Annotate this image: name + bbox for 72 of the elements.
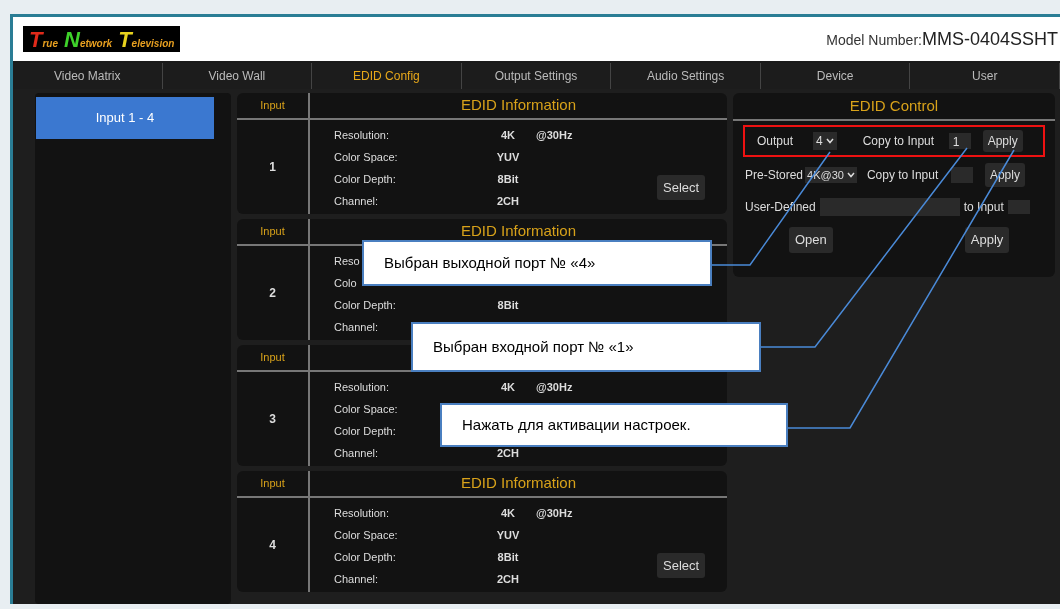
sidebar-item[interactable]: Input 1 - 4 — [36, 97, 214, 139]
section-title: EDID Information — [460, 221, 576, 242]
field-label: Reso — [334, 254, 360, 267]
field-value: 2CH — [496, 445, 520, 461]
field-label: Color Space: — [334, 402, 398, 415]
field-value: YUV — [495, 149, 521, 165]
open-button[interactable]: Open — [789, 227, 833, 253]
field-label: Color Space: — [334, 528, 398, 541]
field-label: Channel: — [334, 194, 379, 207]
model-number: MMS-0404SSHT — [921, 27, 1058, 51]
input-number: 2 — [269, 285, 276, 302]
output-select[interactable]: 4 — [813, 132, 837, 150]
column-header: Input — [237, 219, 310, 244]
field-value: 2CH — [496, 193, 520, 209]
section-title: EDID Information — [460, 95, 576, 116]
field-value: 4K — [499, 379, 517, 395]
nav-tab[interactable]: Audio Settings — [611, 63, 761, 89]
input-field[interactable] — [950, 167, 973, 183]
callout-box: Выбран входной порт № «1» — [411, 322, 761, 372]
chevron-down-icon — [825, 138, 834, 144]
input-field[interactable] — [1007, 200, 1030, 214]
field-label: Color Depth: — [334, 172, 396, 185]
field-label: Channel: — [334, 572, 379, 585]
nav-tab[interactable]: Device — [760, 63, 911, 89]
nav-tab[interactable]: EDID Config — [312, 63, 462, 89]
input-number: 1 — [269, 159, 276, 176]
field-label: Resolution: — [334, 380, 390, 393]
field-label: Channel: — [334, 446, 379, 459]
nav-tab[interactable]: Video Wall — [162, 63, 313, 89]
field-label: Output — [757, 133, 795, 150]
apply-button[interactable]: Apply — [964, 227, 1010, 253]
section-title: EDID Information — [460, 473, 576, 494]
input-number: 3 — [269, 411, 276, 428]
field-value: 8Bit — [496, 549, 520, 565]
nav-tab[interactable]: Video Matrix — [13, 63, 163, 89]
field-value: 2CH — [496, 571, 520, 587]
panel-title: EDID Control — [849, 95, 939, 116]
model-label: Model Number: — [826, 30, 922, 50]
column-header: Input — [237, 471, 310, 496]
logo: True Network Television — [23, 26, 181, 52]
chevron-down-icon — [846, 172, 855, 178]
field-value: 4K — [499, 127, 517, 143]
field-value: YUV — [495, 527, 521, 543]
field-label: Resolution: — [334, 128, 390, 141]
input-number: 4 — [269, 537, 276, 554]
select-button[interactable]: Select — [657, 174, 706, 200]
field-label: Channel: — [334, 320, 379, 333]
field-value: 8Bit — [496, 171, 520, 187]
field-label: Color Space: — [334, 150, 398, 163]
callout-box: Выбран выходной порт № «4» — [362, 240, 712, 286]
field-value: @30Hz — [536, 379, 573, 395]
field-label: Copy to Input — [862, 133, 936, 150]
field-label: Color Depth: — [334, 298, 396, 311]
field-label: Color Depth: — [334, 424, 396, 437]
field-label: Colo — [334, 276, 357, 289]
callout-box: Нажать для активации настроек. — [440, 403, 788, 447]
field-label: Pre-Stored — [745, 167, 804, 184]
select-button[interactable]: Select — [657, 552, 706, 578]
column-header: Input — [237, 345, 310, 370]
apply-button[interactable]: Apply — [982, 130, 1023, 152]
field-label: Color Depth: — [334, 550, 396, 563]
field-value: 4K — [499, 505, 517, 521]
nav-tab[interactable]: User — [910, 63, 1060, 89]
nav-tab[interactable]: Output Settings — [461, 63, 612, 89]
field-value: 8Bit — [496, 297, 520, 313]
field-value: @30Hz — [536, 127, 573, 143]
input-field[interactable]: 1 — [948, 133, 971, 149]
field-value: @30Hz — [536, 505, 573, 521]
input-field[interactable] — [819, 198, 960, 216]
field-label: Resolution: — [334, 506, 390, 519]
column-header: Input — [237, 93, 310, 118]
field-label: Copy to Input — [866, 167, 940, 184]
